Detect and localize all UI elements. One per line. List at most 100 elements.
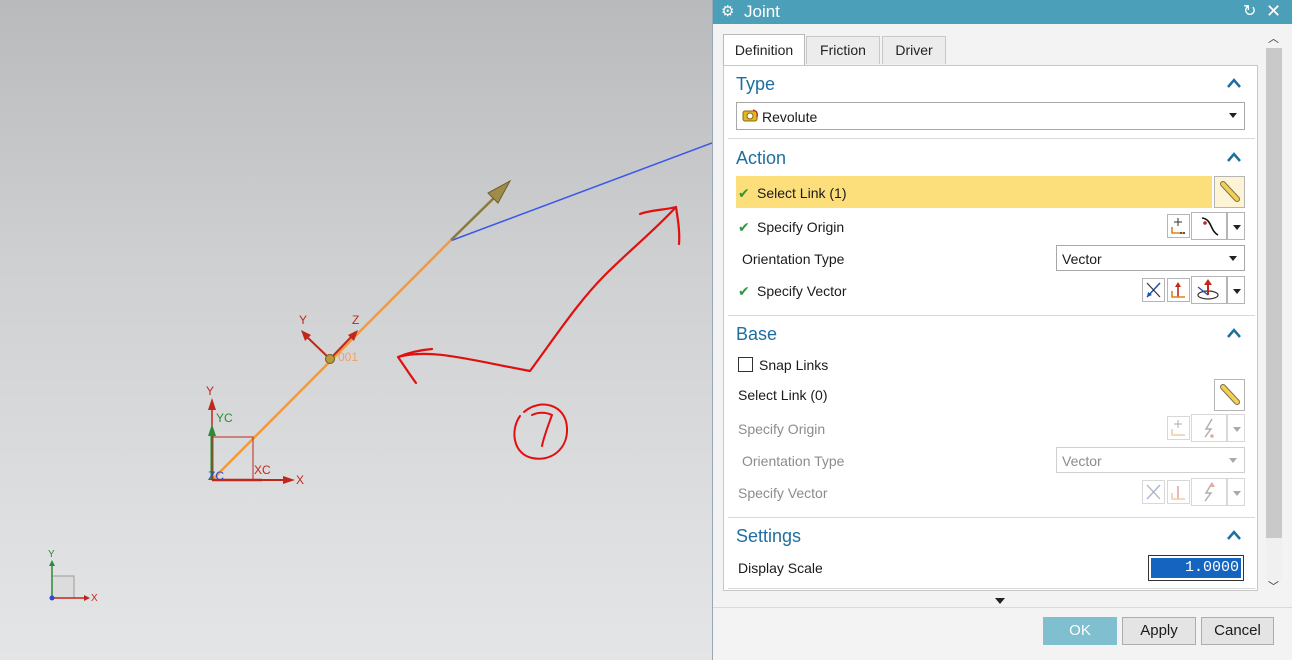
inferred-vector-button[interactable] <box>1191 276 1227 304</box>
viewport-scene[interactable]: Y Z 001 Y YC XC X ZC X Y <box>0 0 712 660</box>
mini-triad-x-arrowhead <box>84 595 90 601</box>
check-icon: ✔ <box>738 283 750 299</box>
display-scale-value: 1.0000 <box>1151 558 1241 578</box>
action-section-title[interactable]: Action <box>736 148 786 169</box>
divider <box>728 517 1255 518</box>
wcs-y-label: Y <box>206 384 214 398</box>
action-orientation-type-dropdown[interactable]: Vector <box>1056 245 1245 271</box>
base-point-dialog-button <box>1167 416 1190 440</box>
curve-point-icon <box>1201 217 1219 236</box>
base-select-link-button[interactable] <box>1214 379 1245 411</box>
show-more-icon[interactable] <box>995 598 1005 604</box>
display-scale-input[interactable]: 1.0000 <box>1148 555 1244 581</box>
type-dropdown-value: Revolute <box>762 109 818 125</box>
vector-options-dropdown[interactable] <box>1227 276 1245 304</box>
reverse-direction-button[interactable] <box>1142 278 1165 302</box>
base-vector-options-dropdown <box>1227 478 1245 506</box>
mini-triad-box <box>51 575 75 599</box>
snap-links-label[interactable]: Snap Links <box>759 356 828 374</box>
action-select-link-button[interactable] <box>1214 176 1245 208</box>
base-orientation-type-dropdown: Vector <box>1056 447 1245 473</box>
pencil-icon <box>1220 384 1240 405</box>
base-section-title[interactable]: Base <box>736 324 777 345</box>
mini-triad-y-label: Y <box>48 549 55 560</box>
action-orientation-type-label: Orientation Type <box>742 251 845 267</box>
settings-section-title[interactable]: Settings <box>736 526 801 547</box>
vector-icon <box>1171 282 1185 298</box>
tab-friction[interactable]: Friction <box>806 36 880 64</box>
mini-triad-y-arrowhead <box>49 560 55 566</box>
reset-icon[interactable]: ↻ <box>1243 2 1256 22</box>
cancel-button[interactable]: Cancel <box>1201 617 1274 645</box>
chevron-down-icon <box>1229 113 1237 118</box>
revolute-icon <box>742 109 759 122</box>
action-specify-vector-label[interactable]: Specify Vector <box>757 282 847 300</box>
mini-triad-origin <box>49 595 55 601</box>
tab-definition[interactable]: Definition <box>723 34 805 66</box>
chevron-down-icon <box>1233 225 1241 230</box>
wcs-y-arrowhead <box>208 398 216 410</box>
ok-button[interactable]: OK <box>1043 617 1117 645</box>
type-section-title[interactable]: Type <box>736 74 775 95</box>
close-icon[interactable]: ✕ <box>1266 1 1281 21</box>
joint-origin-point[interactable] <box>325 354 335 364</box>
chevron-down-icon <box>1229 458 1237 463</box>
scroll-down-icon[interactable]: ﹀ <box>1268 578 1279 594</box>
base-reverse-direction-button <box>1142 480 1165 504</box>
scrollbar-thumb[interactable] <box>1266 48 1282 538</box>
graphics-viewport[interactable]: Y Z 001 Y YC XC X ZC X Y <box>0 0 712 660</box>
origin-options-dropdown[interactable] <box>1227 212 1245 240</box>
base-inferred-vector-button <box>1191 478 1227 506</box>
divider <box>728 588 1255 589</box>
lightning-point-icon <box>1204 418 1214 438</box>
base-orientation-type-label: Orientation Type <box>742 453 845 469</box>
base-orientation-type-value: Vector <box>1062 453 1102 469</box>
pencil-icon <box>1220 181 1240 202</box>
divider <box>728 315 1255 316</box>
base-specify-origin-label: Specify Origin <box>738 421 826 437</box>
reverse-direction-icon <box>1146 282 1161 298</box>
lightning-vector-icon <box>1204 482 1215 502</box>
settings-collapse-icon[interactable] <box>1227 530 1241 540</box>
action-select-link-label[interactable]: Select Link (1) <box>757 184 846 202</box>
local-y-axis <box>304 334 331 360</box>
vector-icon <box>1171 486 1185 500</box>
check-icon: ✔ <box>738 185 750 201</box>
base-origin-options-dropdown <box>1227 414 1245 442</box>
vector-triad-icon <box>1197 279 1219 300</box>
type-dropdown[interactable]: Revolute <box>736 102 1245 130</box>
display-scale-label: Display Scale <box>738 560 823 576</box>
type-collapse-icon[interactable] <box>1227 78 1241 88</box>
apply-button[interactable]: Apply <box>1122 617 1196 645</box>
wcs-x-arrowhead <box>283 476 295 484</box>
point-icon <box>1171 218 1185 234</box>
chevron-down-icon <box>1233 289 1241 294</box>
base-inferred-point-button <box>1191 414 1227 442</box>
action-collapse-icon[interactable] <box>1227 152 1241 162</box>
joint-dialog: ⚙ Joint ↻ ✕ Definition Friction Driver T… <box>712 0 1292 660</box>
base-specify-vector-label: Specify Vector <box>738 485 828 501</box>
point-dialog-button[interactable] <box>1167 214 1190 238</box>
action-specify-origin-label[interactable]: Specify Origin <box>757 218 844 236</box>
vector-dialog-button[interactable] <box>1167 278 1190 302</box>
annotation-arrow <box>396 205 681 385</box>
dialog-scrollbar[interactable]: ︿ ﹀ <box>1264 30 1284 595</box>
annotation-number <box>513 403 569 460</box>
chevron-down-icon <box>1233 491 1241 496</box>
point-icon <box>1171 420 1185 436</box>
scroll-up-icon[interactable]: ︿ <box>1268 30 1279 46</box>
gear-icon: ⚙ <box>721 3 735 20</box>
base-select-link-label[interactable]: Select Link (0) <box>738 386 827 404</box>
check-icon: ✔ <box>738 219 750 235</box>
snap-links-checkbox[interactable] <box>738 357 753 372</box>
tab-driver[interactable]: Driver <box>882 36 946 64</box>
definition-panel: Type Revolute Action ✔ Select Link (1) ✔… <box>723 65 1258 591</box>
inferred-point-button[interactable] <box>1191 212 1227 240</box>
dialog-titlebar[interactable]: ⚙ Joint ↻ ✕ <box>713 0 1292 24</box>
chevron-down-icon <box>1229 256 1237 261</box>
divider <box>728 138 1255 139</box>
wcs-x-label: X <box>296 473 304 487</box>
link-label: 001 <box>338 350 358 364</box>
action-orientation-type-value: Vector <box>1062 251 1102 267</box>
base-collapse-icon[interactable] <box>1227 328 1241 338</box>
